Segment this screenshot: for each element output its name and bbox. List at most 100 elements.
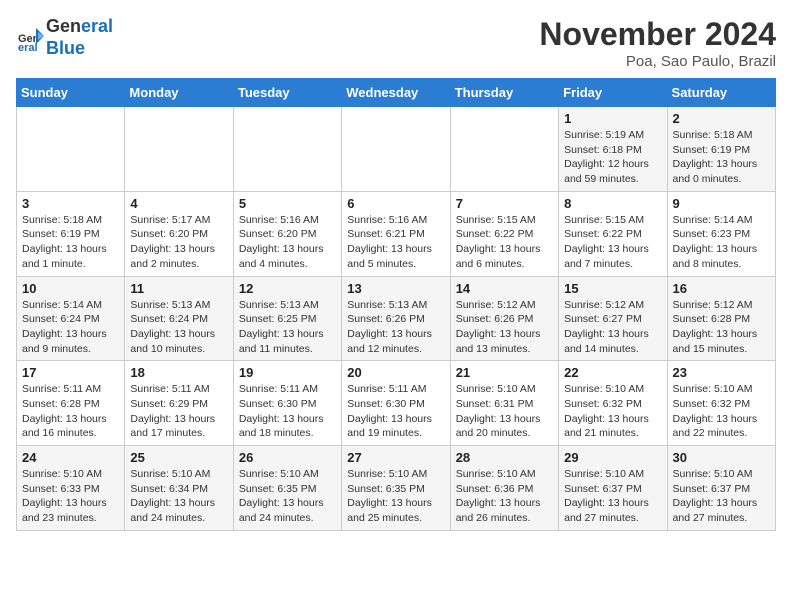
day-info: Sunrise: 5:13 AMSunset: 6:24 PMDaylight:…	[130, 298, 227, 357]
day-number: 15	[564, 281, 661, 296]
day-info: Sunrise: 5:17 AMSunset: 6:20 PMDaylight:…	[130, 213, 227, 272]
day-info: Sunrise: 5:14 AMSunset: 6:24 PMDaylight:…	[22, 298, 119, 357]
col-header-thursday: Thursday	[450, 79, 558, 107]
day-info: Sunrise: 5:10 AMSunset: 6:33 PMDaylight:…	[22, 467, 119, 526]
day-number: 3	[22, 196, 119, 211]
logo-text: General Blue	[46, 16, 113, 59]
day-number: 27	[347, 450, 444, 465]
day-cell: 6 Sunrise: 5:16 AMSunset: 6:21 PMDaylight…	[342, 191, 450, 276]
day-number: 2	[673, 111, 770, 126]
month-title: November 2024	[539, 16, 776, 53]
day-info: Sunrise: 5:10 AMSunset: 6:36 PMDaylight:…	[456, 467, 553, 526]
day-cell: 15 Sunrise: 5:12 AMSunset: 6:27 PMDayligh…	[559, 276, 667, 361]
day-number: 19	[239, 365, 336, 380]
day-info: Sunrise: 5:19 AMSunset: 6:18 PMDaylight:…	[564, 128, 661, 187]
day-cell: 2 Sunrise: 5:18 AMSunset: 6:19 PMDaylight…	[667, 107, 775, 192]
day-info: Sunrise: 5:10 AMSunset: 6:37 PMDaylight:…	[564, 467, 661, 526]
day-number: 17	[22, 365, 119, 380]
day-info: Sunrise: 5:16 AMSunset: 6:21 PMDaylight:…	[347, 213, 444, 272]
day-number: 4	[130, 196, 227, 211]
day-info: Sunrise: 5:10 AMSunset: 6:32 PMDaylight:…	[673, 382, 770, 441]
day-cell	[125, 107, 233, 192]
day-number: 6	[347, 196, 444, 211]
col-header-sunday: Sunday	[17, 79, 125, 107]
day-info: Sunrise: 5:12 AMSunset: 6:28 PMDaylight:…	[673, 298, 770, 357]
day-cell: 1Sunrise: 5:19 AMSunset: 6:18 PMDaylight…	[559, 107, 667, 192]
day-cell: 11 Sunrise: 5:13 AMSunset: 6:24 PMDayligh…	[125, 276, 233, 361]
day-number: 24	[22, 450, 119, 465]
day-info: Sunrise: 5:11 AMSunset: 6:30 PMDaylight:…	[347, 382, 444, 441]
day-cell: 7Sunrise: 5:15 AMSunset: 6:22 PMDaylight…	[450, 191, 558, 276]
day-cell: 20 Sunrise: 5:11 AMSunset: 6:30 PMDayligh…	[342, 361, 450, 446]
day-number: 26	[239, 450, 336, 465]
day-cell: 28 Sunrise: 5:10 AMSunset: 6:36 PMDayligh…	[450, 446, 558, 531]
day-cell: 13Sunrise: 5:13 AMSunset: 6:26 PMDayligh…	[342, 276, 450, 361]
calendar-body: 1Sunrise: 5:19 AMSunset: 6:18 PMDaylight…	[17, 107, 776, 531]
day-number: 23	[673, 365, 770, 380]
day-info: Sunrise: 5:11 AMSunset: 6:29 PMDaylight:…	[130, 382, 227, 441]
day-cell: 12 Sunrise: 5:13 AMSunset: 6:25 PMDayligh…	[233, 276, 341, 361]
week-row-3: 10 Sunrise: 5:14 AMSunset: 6:24 PMDayligh…	[17, 276, 776, 361]
day-cell	[17, 107, 125, 192]
day-number: 25	[130, 450, 227, 465]
col-header-monday: Monday	[125, 79, 233, 107]
logo-icon: Gen eral	[16, 24, 44, 52]
day-info: Sunrise: 5:18 AMSunset: 6:19 PMDaylight:…	[22, 213, 119, 272]
day-info: Sunrise: 5:10 AMSunset: 6:35 PMDaylight:…	[347, 467, 444, 526]
col-header-tuesday: Tuesday	[233, 79, 341, 107]
location: Poa, Sao Paulo, Brazil	[539, 53, 776, 70]
calendar-table: SundayMondayTuesdayWednesdayThursdayFrid…	[16, 78, 776, 531]
day-info: Sunrise: 5:11 AMSunset: 6:30 PMDaylight:…	[239, 382, 336, 441]
day-cell: 27 Sunrise: 5:10 AMSunset: 6:35 PMDayligh…	[342, 446, 450, 531]
day-cell: 10 Sunrise: 5:14 AMSunset: 6:24 PMDayligh…	[17, 276, 125, 361]
day-info: Sunrise: 5:16 AMSunset: 6:20 PMDaylight:…	[239, 213, 336, 272]
col-header-wednesday: Wednesday	[342, 79, 450, 107]
day-cell: 21Sunrise: 5:10 AMSunset: 6:31 PMDayligh…	[450, 361, 558, 446]
day-cell: 4 Sunrise: 5:17 AMSunset: 6:20 PMDaylight…	[125, 191, 233, 276]
day-number: 12	[239, 281, 336, 296]
day-cell: 25 Sunrise: 5:10 AMSunset: 6:34 PMDayligh…	[125, 446, 233, 531]
day-cell: 5 Sunrise: 5:16 AMSunset: 6:20 PMDaylight…	[233, 191, 341, 276]
day-info: Sunrise: 5:18 AMSunset: 6:19 PMDaylight:…	[673, 128, 770, 187]
day-cell	[450, 107, 558, 192]
day-number: 8	[564, 196, 661, 211]
day-cell: 18Sunrise: 5:11 AMSunset: 6:29 PMDayligh…	[125, 361, 233, 446]
day-cell: 29 Sunrise: 5:10 AMSunset: 6:37 PMDayligh…	[559, 446, 667, 531]
day-info: Sunrise: 5:10 AMSunset: 6:34 PMDaylight:…	[130, 467, 227, 526]
col-header-friday: Friday	[559, 79, 667, 107]
day-number: 10	[22, 281, 119, 296]
day-info: Sunrise: 5:15 AMSunset: 6:22 PMDaylight:…	[564, 213, 661, 272]
day-number: 22	[564, 365, 661, 380]
day-number: 16	[673, 281, 770, 296]
day-info: Sunrise: 5:15 AMSunset: 6:22 PMDaylight:…	[456, 213, 553, 272]
day-info: Sunrise: 5:12 AMSunset: 6:27 PMDaylight:…	[564, 298, 661, 357]
day-cell: 8 Sunrise: 5:15 AMSunset: 6:22 PMDaylight…	[559, 191, 667, 276]
logo: Gen eral General Blue	[16, 16, 113, 59]
day-number: 9	[673, 196, 770, 211]
week-row-1: 1Sunrise: 5:19 AMSunset: 6:18 PMDaylight…	[17, 107, 776, 192]
day-cell: 9Sunrise: 5:14 AMSunset: 6:23 PMDaylight…	[667, 191, 775, 276]
day-number: 20	[347, 365, 444, 380]
week-row-2: 3 Sunrise: 5:18 AMSunset: 6:19 PMDaylight…	[17, 191, 776, 276]
day-number: 11	[130, 281, 227, 296]
day-cell: 16 Sunrise: 5:12 AMSunset: 6:28 PMDayligh…	[667, 276, 775, 361]
day-number: 5	[239, 196, 336, 211]
day-cell: 22Sunrise: 5:10 AMSunset: 6:32 PMDayligh…	[559, 361, 667, 446]
page-header: Gen eral General Blue November 2024 Poa,…	[16, 16, 776, 70]
col-header-saturday: Saturday	[667, 79, 775, 107]
day-info: Sunrise: 5:13 AMSunset: 6:25 PMDaylight:…	[239, 298, 336, 357]
day-info: Sunrise: 5:13 AMSunset: 6:26 PMDaylight:…	[347, 298, 444, 357]
day-cell	[233, 107, 341, 192]
day-cell: 23 Sunrise: 5:10 AMSunset: 6:32 PMDayligh…	[667, 361, 775, 446]
day-number: 29	[564, 450, 661, 465]
day-info: Sunrise: 5:10 AMSunset: 6:37 PMDaylight:…	[673, 467, 770, 526]
calendar-header-row: SundayMondayTuesdayWednesdayThursdayFrid…	[17, 79, 776, 107]
day-cell: 30 Sunrise: 5:10 AMSunset: 6:37 PMDayligh…	[667, 446, 775, 531]
day-info: Sunrise: 5:10 AMSunset: 6:35 PMDaylight:…	[239, 467, 336, 526]
day-number: 28	[456, 450, 553, 465]
day-number: 30	[673, 450, 770, 465]
week-row-4: 17Sunrise: 5:11 AMSunset: 6:28 PMDayligh…	[17, 361, 776, 446]
svg-text:eral: eral	[18, 42, 38, 52]
day-cell: 3 Sunrise: 5:18 AMSunset: 6:19 PMDaylight…	[17, 191, 125, 276]
day-info: Sunrise: 5:12 AMSunset: 6:26 PMDaylight:…	[456, 298, 553, 357]
